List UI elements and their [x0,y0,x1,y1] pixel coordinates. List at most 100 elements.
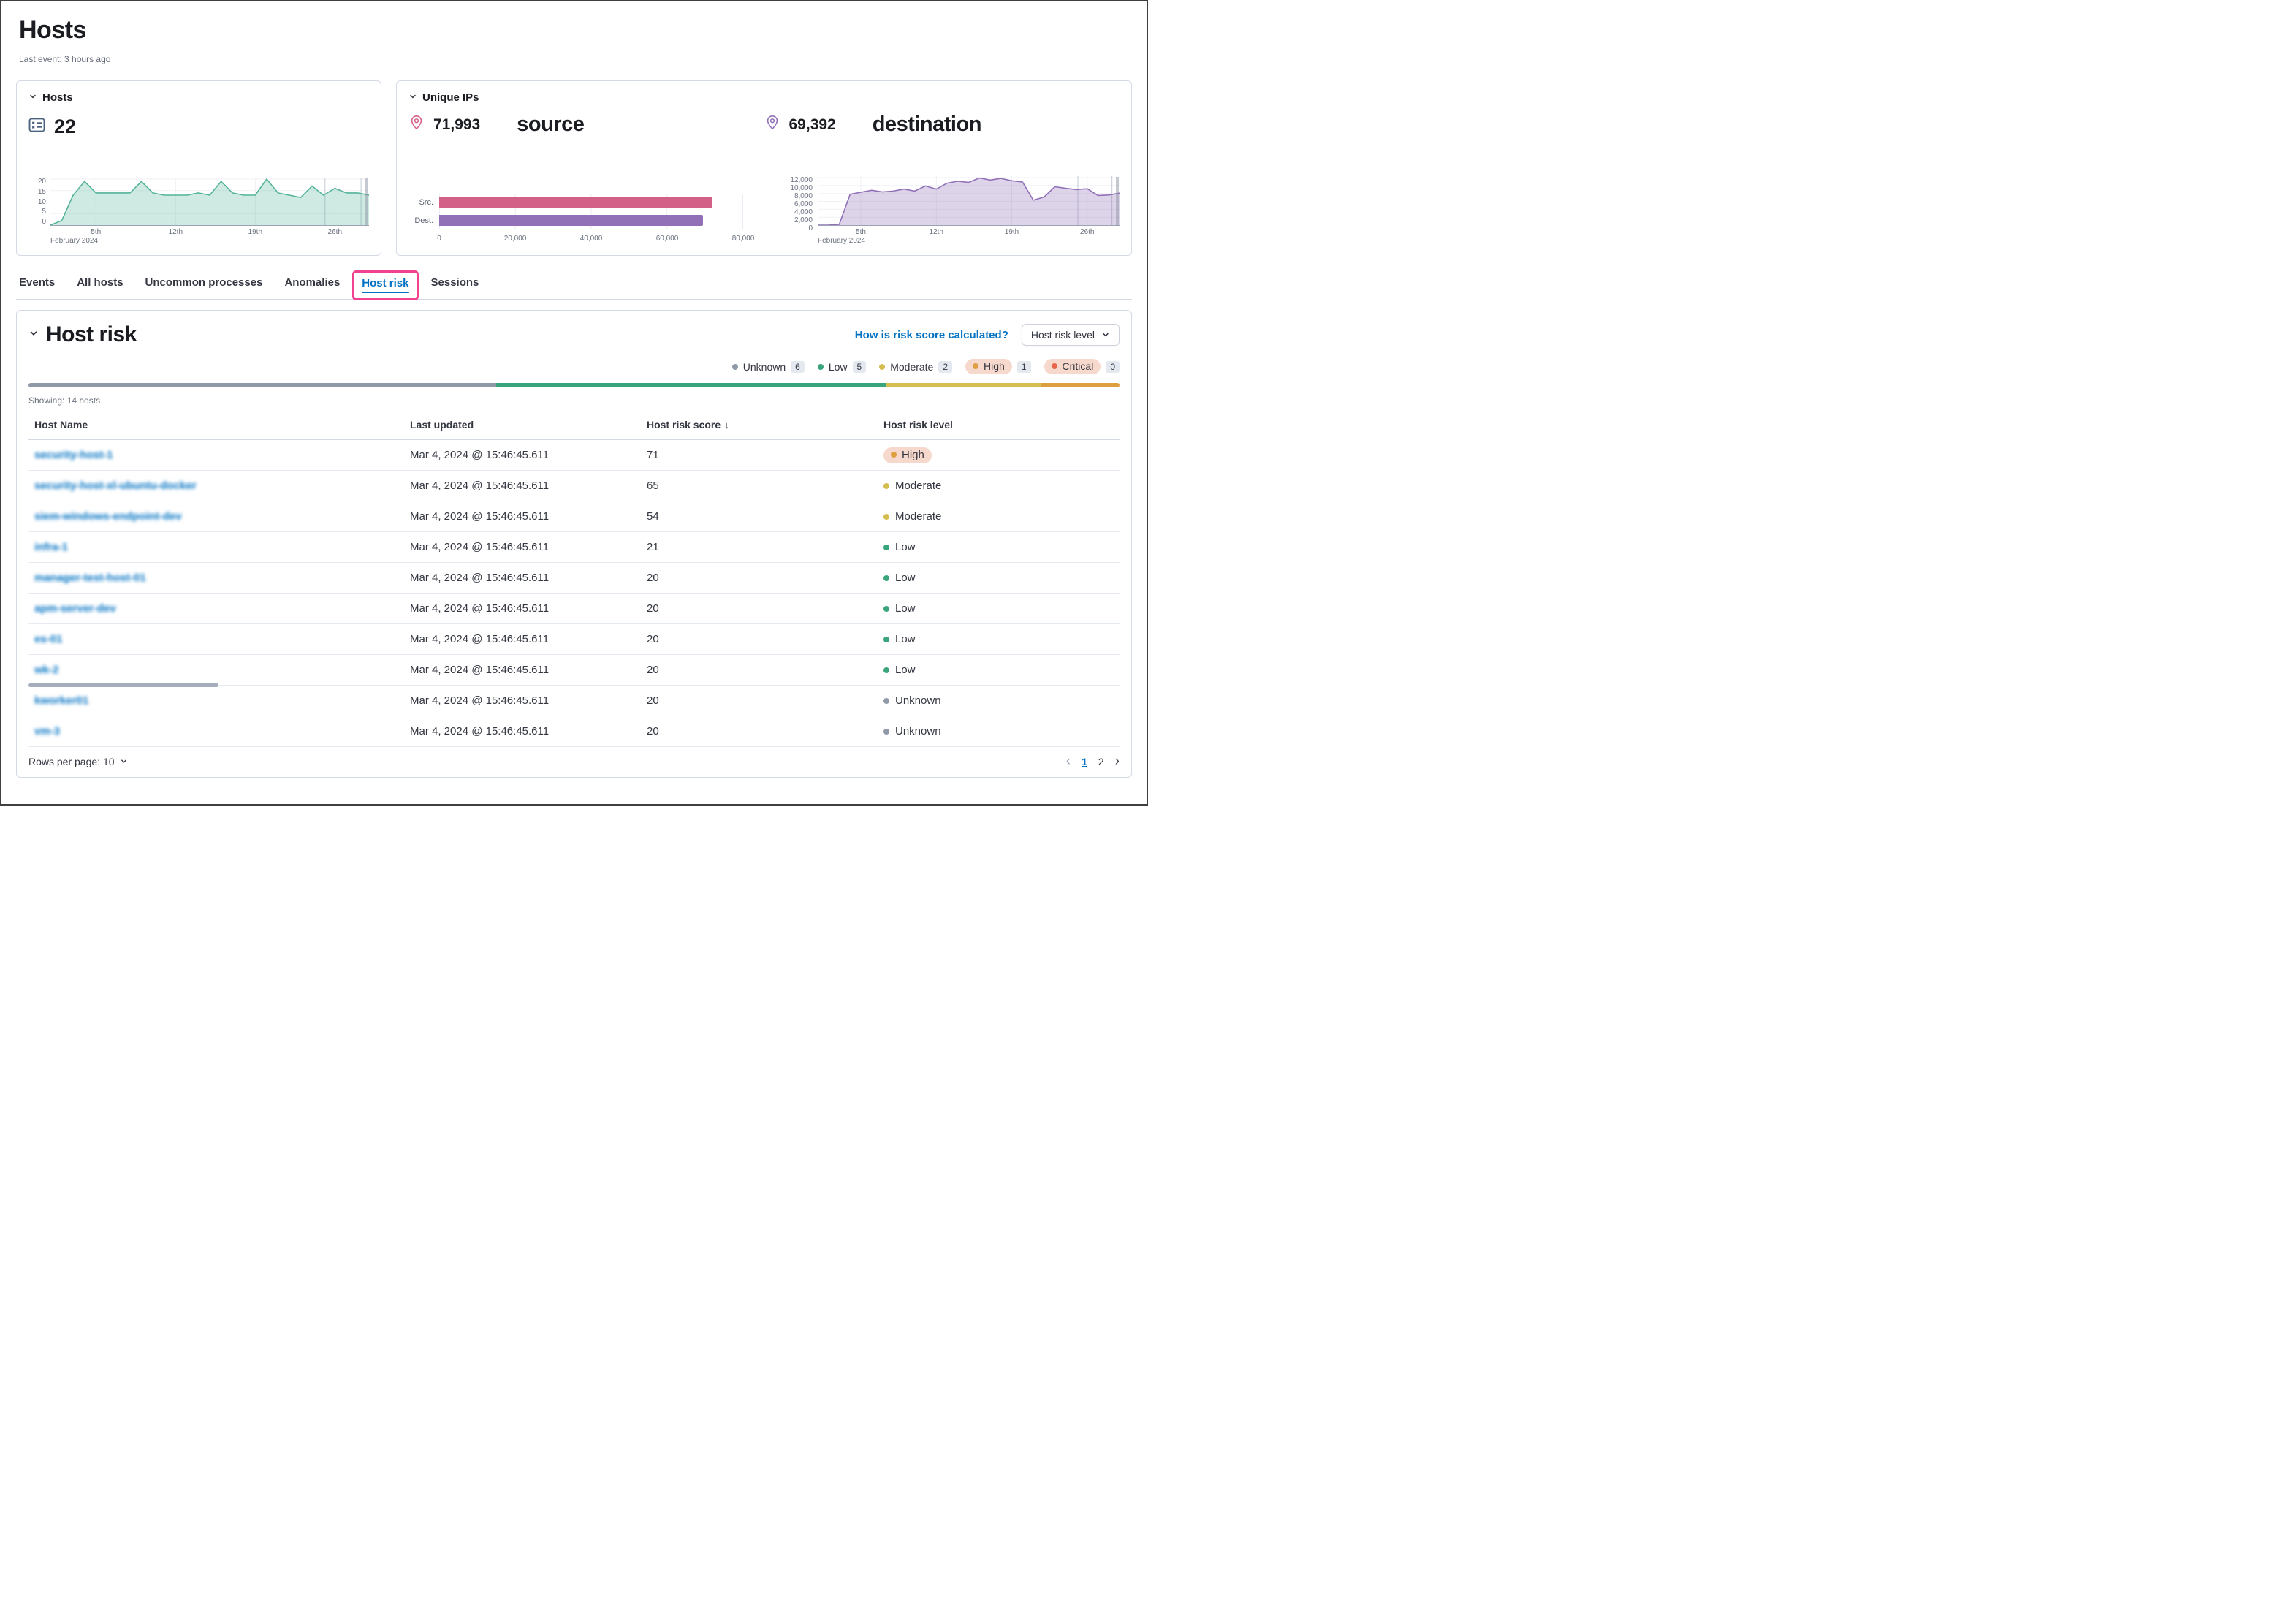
host-risk-level-filter-button[interactable]: Host risk level [1022,324,1120,346]
table-row: apm-server-dev Mar 4, 2024 @ 15:46:45.611… [28,594,1120,624]
tab-events[interactable]: Events [19,275,55,299]
tab-host-risk[interactable]: Host risk [352,270,418,300]
table-row: vm-3Mar 4, 2024 @ 15:46:45.61120Unknown [28,716,1120,747]
risk-legend: Unknown6Low5Moderate2High1Critical0 [28,359,1120,374]
risk-score-help-link[interactable]: How is risk score calculated? [855,329,1008,341]
host-name-link[interactable]: es-01 [34,633,62,645]
table-row: es-01Mar 4, 2024 @ 15:46:45.61120Low [28,624,1120,655]
ips-chart-x-axis: 5th12th19th26thFebruary 2024 [818,226,1120,246]
tab-uncommon-processes[interactable]: Uncommon processes [145,275,263,299]
risk-level-cell: Low [878,664,1120,677]
destination-label: destination [873,113,981,137]
map-pin-icon [408,114,425,135]
host-name-link[interactable]: siem-windows-endpoint-dev [34,510,182,523]
app-window: Hosts Last event: 3 hours ago Hosts 22 2… [0,0,1148,806]
host-name-link[interactable]: apm-server-dev [34,602,116,615]
collapse-chevron-icon[interactable] [408,91,417,104]
legend-count-badge: 0 [1106,361,1120,373]
risk-level-cell: Unknown [878,725,1120,738]
showing-count: Showing: 14 hosts [28,395,1120,406]
hosts-metric-icon [28,118,45,136]
rows-per-page[interactable]: Rows per page: 10 [28,756,128,767]
table-row: manager-test-host-01 Mar 4, 2024 @ 15:46:… [28,563,1120,594]
legend-low: Low5 [818,361,866,373]
last-updated-cell: Mar 4, 2024 @ 15:46:45.611 [404,572,641,584]
source-metric: 71,993 source [408,113,764,137]
table-row: kworker01Mar 4, 2024 @ 15:46:45.61120Unk… [28,686,1120,716]
bar-category-label: Dest. [408,216,433,225]
chevron-down-icon [120,757,128,765]
tab-anomalies[interactable]: Anomalies [284,275,340,299]
host-name-link[interactable]: wk-2 [34,664,58,676]
destination-count: 69,392 [789,116,836,134]
last-updated-cell: Mar 4, 2024 @ 15:46:45.611 [404,725,641,738]
collapse-chevron-icon[interactable] [28,91,37,104]
source-count: 71,993 [433,116,480,134]
tab-all-hosts[interactable]: All hosts [77,275,123,299]
bar-chart-x-axis: 020,00040,00060,00080,000 [439,233,743,245]
hosts-card-title: Hosts [42,91,73,104]
risk-level-cell: Low [878,633,1120,646]
risk-score-cell: 20 [641,602,878,615]
kpi-row: Hosts 22 20151050 5th12th19th26thFebruar… [16,80,1132,256]
last-updated-cell: Mar 4, 2024 @ 15:46:45.611 [404,602,641,615]
destination-metric: 69,392 destination [764,113,1120,137]
risk-distribution-bar [28,383,1120,387]
table-row: siem-windows-endpoint-dev Mar 4, 2024 @ 1… [28,501,1120,532]
legend-critical: Critical0 [1044,359,1120,374]
pagination-next[interactable]: › [1115,754,1120,768]
risk-level-cell: Moderate [878,479,1120,493]
tab-sessions[interactable]: Sessions [431,275,479,299]
hosts-chart-y-axis: 20151050 [28,178,50,226]
bar-src [439,197,712,208]
sort-desc-icon: ↓ [724,420,729,431]
hosts-area-chart [50,178,369,226]
riskbar-segment-high [1041,383,1120,387]
col-header-last-updated: Last updated [404,419,641,431]
unique-ips-area-chart [818,176,1120,226]
last-updated-cell: Mar 4, 2024 @ 15:46:45.611 [404,510,641,523]
bar-category-label: Src. [408,198,433,207]
legend-count-badge: 5 [853,361,867,373]
riskbar-segment-moderate [886,383,1041,387]
riskbar-segment-low [496,383,886,387]
host-name-link[interactable]: security-host-1 [34,449,113,461]
col-header-host-risk-score[interactable]: Host risk score ↓ [641,419,878,431]
bar-dest [439,215,703,226]
last-updated-cell: Mar 4, 2024 @ 15:46:45.611 [404,664,641,676]
horizontal-scrollbar-thumb[interactable] [28,683,218,687]
pagination: ‹ 12 › [1066,754,1120,768]
legend-count-badge: 6 [791,361,805,373]
col-header-host-name: Host Name [28,419,404,431]
host-name-link[interactable]: vm-3 [34,725,60,738]
host-name-link[interactable]: manager-test-host-01 [34,572,146,584]
host-name-link[interactable]: infra-1 [34,541,68,553]
unique-ips-area-chart-block: 12,00010,0008,0006,0004,0002,0000 5th12t… [784,176,1120,246]
risk-score-cell: 20 [641,664,878,676]
risk-level-cell: Low [878,602,1120,615]
risk-score-cell: 54 [641,510,878,523]
table-row: wk-2 Mar 4, 2024 @ 15:46:45.61120Low [28,655,1120,686]
host-name-link[interactable]: kworker01 [34,694,88,707]
ips-chart-y-axis: 12,00010,0008,0006,0004,0002,0000 [784,176,818,226]
table-row: security-host-xl-ubuntu-dockerMar 4, 202… [28,471,1120,501]
pagination-page-2[interactable]: 2 [1098,756,1104,767]
last-updated-cell: Mar 4, 2024 @ 15:46:45.611 [404,633,641,645]
risk-score-cell: 65 [641,479,878,492]
unique-ips-card-title: Unique IPs [422,91,479,104]
host-name-link[interactable]: security-host-xl-ubuntu-docker [34,479,197,492]
collapse-chevron-icon[interactable] [28,328,39,342]
pagination-page-1[interactable]: 1 [1082,756,1087,767]
chevron-down-icon [1101,330,1110,339]
legend-high: High1 [965,359,1030,374]
legend-count-badge: 2 [938,361,952,373]
table-row: security-host-1 Mar 4, 2024 @ 15:46:45.61… [28,440,1120,471]
pagination-prev[interactable]: ‹ [1066,754,1071,768]
last-updated-cell: Mar 4, 2024 @ 15:46:45.611 [404,449,641,461]
risk-score-cell: 21 [641,541,878,553]
map-pin-icon [764,114,780,135]
legend-moderate: Moderate2 [879,361,952,373]
risk-level-cell: Low [878,572,1120,585]
risk-level-cell: Unknown [878,694,1120,708]
risk-level-cell: Moderate [878,510,1120,523]
